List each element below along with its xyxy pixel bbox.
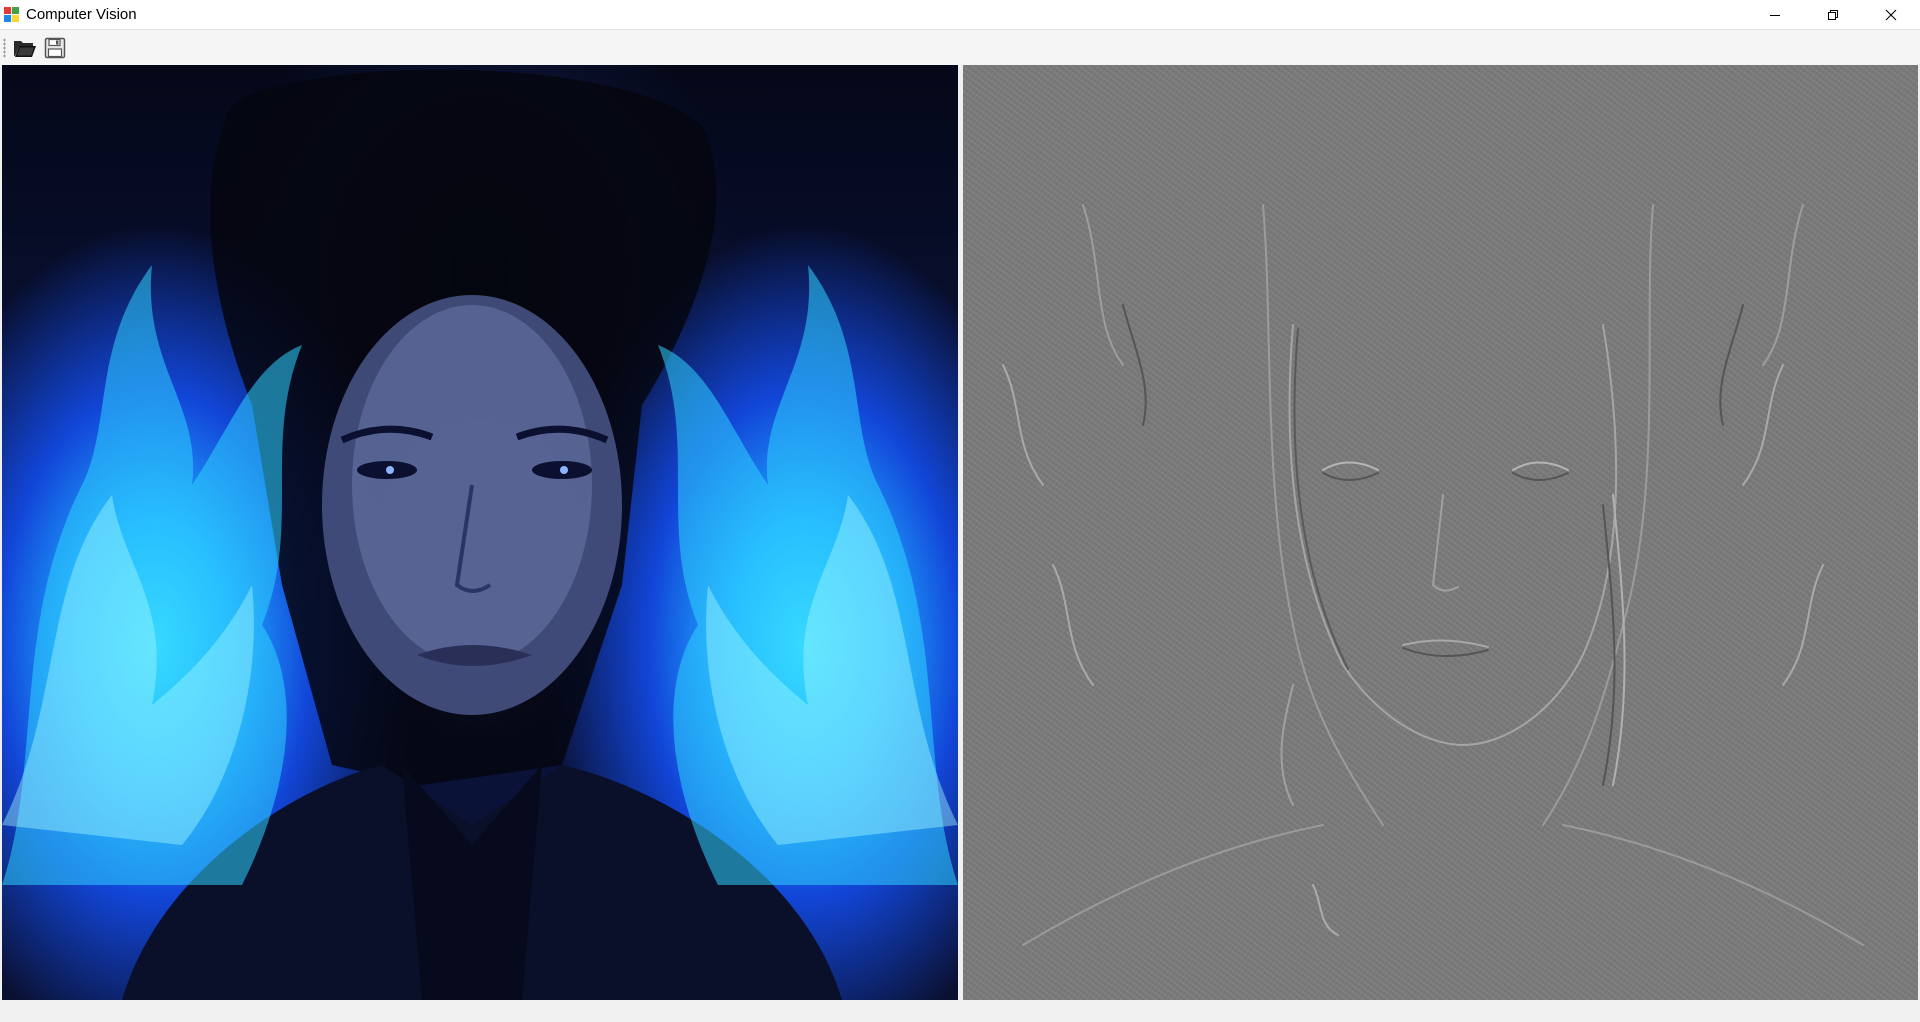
toolbar bbox=[0, 29, 1920, 65]
app-window-icon bbox=[4, 6, 20, 23]
window-controls bbox=[1746, 0, 1920, 29]
app-window: Computer Vision bbox=[0, 0, 1920, 1022]
close-icon bbox=[1885, 9, 1897, 20]
title-bar[interactable]: Computer Vision bbox=[0, 0, 1920, 29]
processed-image-art bbox=[1002, 204, 1864, 946]
open-folder-icon bbox=[14, 40, 36, 57]
original-image bbox=[2, 65, 958, 1000]
floppy-disk-icon bbox=[44, 37, 66, 58]
window-title: Computer Vision bbox=[26, 6, 137, 23]
open-file-button[interactable] bbox=[12, 35, 38, 61]
minimize-icon bbox=[1770, 14, 1780, 16]
status-strip bbox=[0, 1002, 1920, 1022]
restore-icon bbox=[1828, 9, 1838, 20]
restore-button[interactable] bbox=[1804, 0, 1862, 29]
original-image-art bbox=[2, 69, 958, 1000]
minimize-button[interactable] bbox=[1746, 0, 1804, 29]
close-button[interactable] bbox=[1862, 0, 1920, 29]
toolbar-grip[interactable] bbox=[3, 37, 6, 58]
processed-image bbox=[963, 65, 1918, 1000]
save-file-button[interactable] bbox=[42, 35, 68, 61]
